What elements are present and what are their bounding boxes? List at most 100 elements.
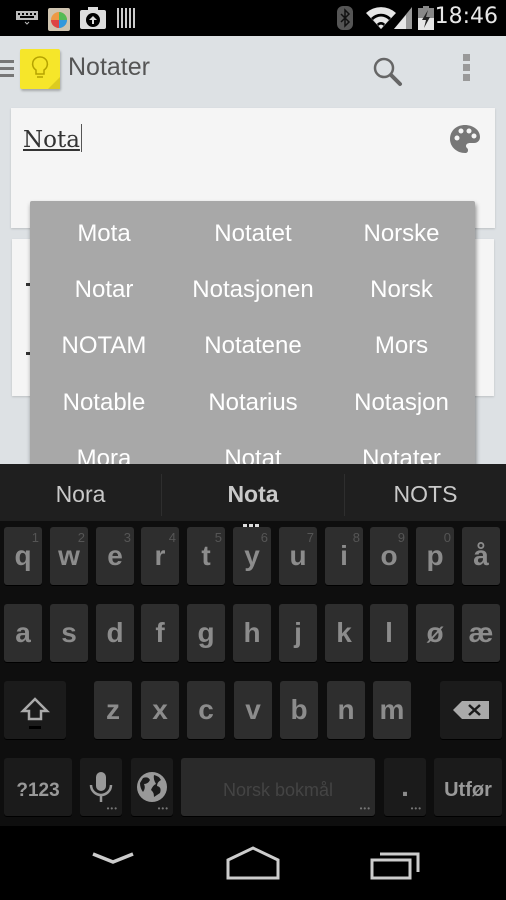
suggestion-center[interactable]: Nota (162, 464, 344, 521)
key-c[interactable]: c (187, 681, 225, 739)
autocomplete-word[interactable]: Notat (178, 431, 328, 464)
key-w[interactable]: w2 (50, 527, 88, 585)
overflow-menu-icon[interactable] (460, 54, 472, 88)
key-label: z (106, 694, 120, 725)
key-label: n (337, 694, 355, 725)
autocomplete-word[interactable]: Notarius (178, 375, 328, 431)
key-d[interactable]: d (96, 604, 134, 662)
key-h[interactable]: h (233, 604, 271, 662)
key-label: r (154, 540, 166, 571)
key-n[interactable]: n (327, 681, 365, 739)
key-label: å (473, 540, 489, 571)
key-label: g (197, 617, 215, 648)
key-j[interactable]: j (279, 604, 317, 662)
key-label: k (336, 617, 352, 648)
key-label: e (107, 540, 123, 571)
key-label: s (61, 617, 77, 648)
key-ø[interactable]: ø (416, 604, 454, 662)
key-x[interactable]: x (141, 681, 179, 739)
home-icon[interactable] (223, 840, 283, 884)
key-l[interactable]: l (370, 604, 408, 662)
key-q[interactable]: q1 (4, 527, 42, 585)
status-bar: 18:46 (0, 0, 506, 36)
hamburger-icon[interactable] (0, 60, 14, 78)
key-label: p (426, 540, 444, 571)
back-icon[interactable] (83, 840, 143, 884)
key-label: x (152, 694, 168, 725)
key-hint: 7 (306, 530, 314, 545)
signal-icon (394, 7, 412, 29)
autocomplete-word[interactable]: Notater (328, 431, 475, 464)
key-label: q (14, 540, 32, 571)
suggestion-right[interactable]: NOTS (345, 464, 506, 521)
note-title-input[interactable]: Nota (23, 124, 82, 153)
key-label: v (245, 694, 261, 725)
barcode-icon (117, 8, 135, 28)
autocomplete-word[interactable]: Mora (30, 431, 178, 464)
shift-icon (19, 697, 51, 729)
key-p[interactable]: p0 (416, 527, 454, 585)
autocomplete-word[interactable]: Notasjon (328, 375, 475, 431)
key-å[interactable]: å (462, 527, 500, 585)
autocomplete-word[interactable]: Notatene (178, 318, 328, 374)
voice-input-key[interactable]: ••• (80, 758, 122, 816)
key-u[interactable]: u7 (279, 527, 317, 585)
key-label: æ (468, 617, 494, 648)
key-g[interactable]: g (187, 604, 225, 662)
keep-lightbulb-icon[interactable] (20, 49, 60, 89)
language-key[interactable]: ••• (131, 758, 173, 816)
key-k[interactable]: k (325, 604, 363, 662)
autocomplete-word[interactable]: Notar (30, 262, 178, 318)
key-hint: 0 (443, 530, 451, 545)
key-b[interactable]: b (280, 681, 318, 739)
key-hint: 2 (77, 530, 85, 545)
space-key[interactable]: Norsk bokmål ••• (181, 758, 375, 816)
backspace-icon (453, 701, 489, 719)
key-e[interactable]: e3 (96, 527, 134, 585)
key-label: u (289, 540, 307, 571)
key-æ[interactable]: æ (462, 604, 500, 662)
key-label: w (58, 540, 80, 571)
upload-icon (80, 7, 106, 29)
symbols-key[interactable]: ?123 (4, 758, 72, 816)
done-key[interactable]: Utfør (434, 758, 502, 816)
app-title: Notater (68, 53, 150, 81)
autocomplete-word[interactable]: Norske (328, 206, 475, 262)
key-hint: 8 (352, 530, 360, 545)
recent-apps-icon[interactable] (366, 840, 426, 884)
key-t[interactable]: t5 (187, 527, 225, 585)
keep-app: Notater Nota Mota Notatet Norske Notar Notas… (0, 36, 506, 464)
autocomplete-popup: Mota Notatet Norske Notar Notasjonen Norsk NOT… (30, 201, 475, 464)
autocomplete-word[interactable]: Notasjonen (178, 262, 328, 318)
key-r[interactable]: r4 (141, 527, 179, 585)
key-m[interactable]: m (373, 681, 411, 739)
backspace-key[interactable] (440, 681, 502, 739)
key-label: a (15, 617, 31, 648)
autocomplete-word[interactable]: Mors (328, 318, 475, 374)
key-z[interactable]: z (94, 681, 132, 739)
key-label: j (294, 617, 302, 648)
autocomplete-word[interactable]: NOTAM (30, 318, 178, 374)
period-key[interactable]: . ••• (384, 758, 426, 816)
key-y[interactable]: y6 (233, 527, 271, 585)
key-v[interactable]: v (234, 681, 272, 739)
key-hint: 1 (31, 530, 39, 545)
autocomplete-word[interactable]: Notable (30, 375, 178, 431)
palette-icon[interactable] (449, 124, 481, 154)
key-label: o (380, 540, 398, 571)
shift-key[interactable] (4, 681, 66, 739)
clock: 18:46 (434, 4, 498, 29)
battery-charging-icon (418, 6, 434, 30)
key-s[interactable]: s (50, 604, 88, 662)
key-hint: 9 (397, 530, 405, 545)
key-o[interactable]: o9 (370, 527, 408, 585)
autocomplete-word[interactable]: Mota (30, 206, 178, 262)
key-hint: 4 (168, 530, 176, 545)
search-icon[interactable] (370, 54, 404, 88)
key-f[interactable]: f (141, 604, 179, 662)
autocomplete-word[interactable]: Norsk (328, 262, 475, 318)
autocomplete-word[interactable]: Notatet (178, 206, 328, 262)
key-label: f (155, 617, 165, 648)
key-i[interactable]: i8 (325, 527, 363, 585)
key-a[interactable]: a (4, 604, 42, 662)
